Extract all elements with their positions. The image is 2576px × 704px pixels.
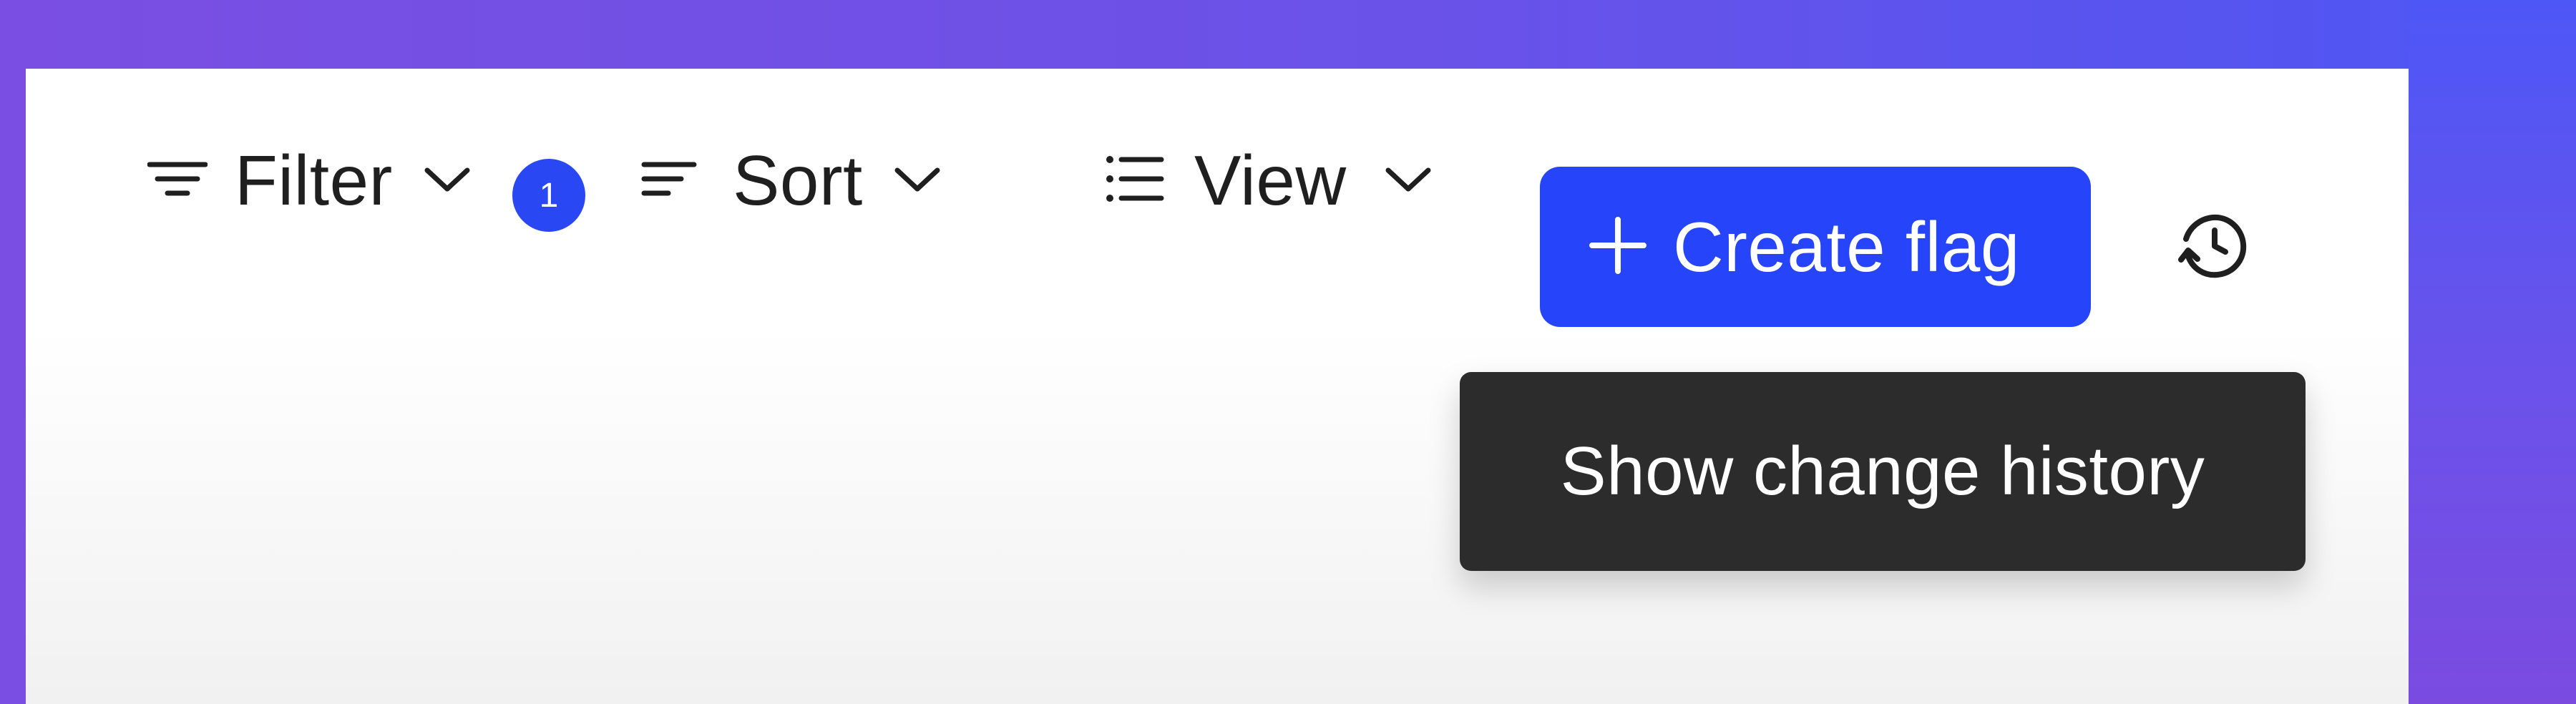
right-gradient-edge [2409, 0, 2576, 704]
filter-label: Filter [235, 141, 393, 220]
tooltip-text: Show change history [1560, 433, 2205, 509]
sort-label: Sort [733, 141, 863, 220]
view-label: View [1194, 141, 1347, 220]
filter-button[interactable]: Filter [147, 141, 472, 220]
filter-count-badge: 1 [512, 159, 585, 232]
plus-icon [1589, 216, 1647, 278]
chevron-down-icon [893, 164, 942, 197]
sort-button[interactable]: Sort [641, 141, 942, 220]
view-button[interactable]: View [1106, 141, 1433, 220]
list-view-icon [1106, 154, 1164, 207]
create-flag-label: Create flag [1673, 207, 2020, 286]
history-tooltip: Show change history [1460, 372, 2306, 571]
create-flag-button[interactable]: Create flag [1540, 167, 2091, 327]
history-icon [2175, 210, 2247, 285]
chevron-down-icon [1384, 164, 1433, 197]
filter-icon [147, 157, 208, 204]
change-history-button[interactable] [2175, 212, 2247, 283]
sort-icon [641, 157, 697, 204]
chevron-down-icon [423, 164, 472, 197]
